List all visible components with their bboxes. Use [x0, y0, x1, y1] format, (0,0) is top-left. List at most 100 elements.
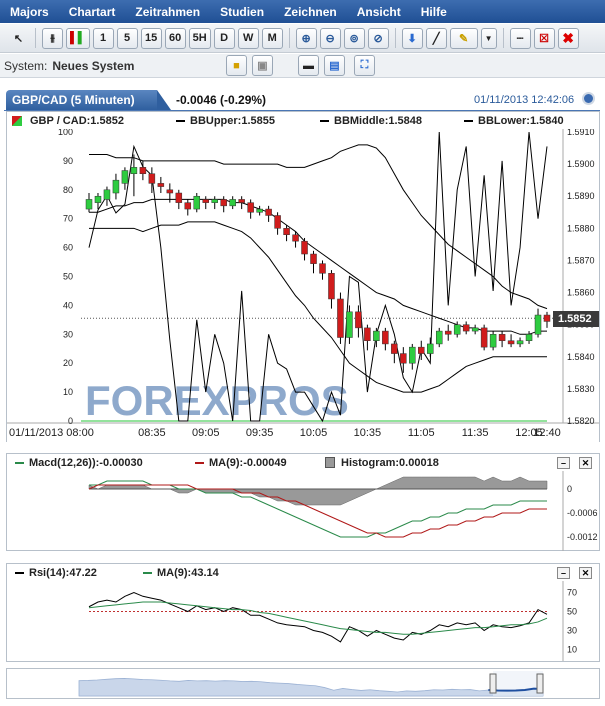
candle-body [418, 346, 425, 354]
x-tick-label: 11:05 [408, 427, 435, 439]
close-icon[interactable]: ✕ [579, 457, 592, 469]
legend-swatch [195, 461, 204, 464]
legend-bb-middle: BBMiddle:1.5848 [334, 114, 423, 127]
timeframe-w-button[interactable]: W [237, 27, 259, 49]
candle-body [409, 346, 416, 364]
candle-body [435, 330, 443, 345]
folder-icon[interactable]: ■ [226, 55, 247, 76]
candle-body [202, 199, 209, 203]
menu-majors[interactable]: Majors [0, 5, 59, 19]
candle-chart-icon[interactable]: ▌ ▌ [66, 27, 90, 49]
candle-body [130, 167, 138, 174]
save-icon[interactable]: ▣ [252, 55, 273, 76]
rsi-chart[interactable]: 70 50 30 10 [7, 581, 599, 661]
fullscreen-icon[interactable]: ⛶ [354, 55, 375, 76]
y-left-tick-label: 80 [63, 185, 73, 195]
menu-studien[interactable]: Studien [210, 5, 274, 19]
watermark: FOREXPROS [85, 377, 349, 424]
candle-body [310, 253, 317, 264]
navigator-chart[interactable] [7, 669, 599, 698]
y-tick-label: 1.5900 [567, 159, 595, 169]
rsi-line [88, 591, 548, 643]
y-tick-label: 10 [567, 645, 577, 655]
toolbar-divider [288, 28, 290, 48]
rsi-ma-line [88, 601, 548, 635]
y-tick-label: -0.0006 [567, 508, 598, 518]
navigator[interactable] [6, 668, 600, 699]
timeframe-m-button[interactable]: M [261, 27, 283, 49]
candle-body [480, 327, 488, 348]
candle-body [265, 208, 272, 216]
pencil-icon[interactable]: ✎ [449, 27, 478, 49]
menu-hilfe[interactable]: Hilfe [411, 5, 457, 19]
crosshair-icon[interactable]: ┄ [509, 27, 531, 49]
timeframe-5-button[interactable]: 5 [116, 27, 138, 49]
arrow-down-icon[interactable]: ⬇ [401, 27, 423, 49]
delete-selected-icon[interactable]: ☒ [533, 27, 555, 49]
legend-symbol: GBP / CAD:1.5852 [30, 114, 124, 127]
system-label: System: [4, 58, 48, 73]
macd-chart[interactable]: 0 -0.0006 -0.0012 [7, 471, 599, 551]
y-tick-label: 1.5890 [567, 191, 595, 201]
symbol-tab[interactable]: GBP/CAD (5 Minuten) [6, 90, 171, 110]
system-value: Neues System [52, 58, 135, 73]
price-chart[interactable]: 1.5910 1.5900 1.5890 1.5880 1.5870 1.5860 1.58… [7, 129, 599, 442]
y-tick-label: 50 [567, 607, 577, 617]
minimize-icon[interactable]: – [557, 567, 570, 579]
print-icon[interactable]: ▬ [298, 55, 319, 76]
zoom-fit-icon[interactable]: ⊚ [343, 27, 365, 49]
candle-body [103, 189, 111, 200]
candle-body [193, 195, 201, 210]
zoom-in-icon[interactable]: ⊕ [295, 27, 317, 49]
y-tick-label: 1.5910 [567, 129, 595, 137]
candle-body [85, 199, 93, 210]
trendline-icon[interactable]: ╱ [425, 27, 447, 49]
candle-body [94, 195, 102, 203]
toolbar-divider [35, 28, 36, 48]
x-tick-label: 10:35 [354, 427, 382, 439]
timeframe-d-button[interactable]: D [213, 27, 235, 49]
candle-body [328, 273, 335, 300]
candle-body [498, 334, 506, 341]
candle-body [184, 202, 192, 210]
candle-body [391, 343, 398, 354]
timeframe-5h-button[interactable]: 5H [188, 27, 211, 49]
y-left-tick-label: 100 [58, 129, 73, 137]
candle-body [148, 173, 156, 184]
image-icon[interactable]: ▤ [324, 55, 345, 76]
y-tick-label: 1.5880 [567, 223, 595, 233]
navigator-area [78, 678, 544, 697]
y-tick-label: 1.5820 [567, 416, 595, 426]
minimize-icon[interactable]: – [557, 457, 570, 469]
legend-swatch [143, 571, 152, 574]
close-icon[interactable]: ✖ [557, 27, 579, 49]
y-left-tick-label: 40 [63, 300, 73, 310]
x-tick-label: 08:35 [138, 427, 166, 439]
menu-zeitrahmen[interactable]: Zeitrahmen [125, 5, 210, 19]
close-icon[interactable]: ✕ [579, 567, 592, 579]
symbol-color-icon [12, 115, 22, 126]
bar-chart-icon[interactable]: ⫵ [42, 27, 63, 49]
timeframe-60-button[interactable]: 60 [164, 27, 186, 49]
legend-histogram: Histogram:0.00018 [341, 456, 439, 469]
menu-chartart[interactable]: Chartart [59, 5, 126, 19]
legend-rsi-ma: MA(9):43.14 [157, 566, 219, 579]
y-tick-label: 1.5870 [567, 255, 595, 265]
zoom-out-icon[interactable]: ⊖ [319, 27, 341, 49]
last-price-tag: 1.5852 [553, 311, 599, 327]
menu-zeichnen[interactable]: Zeichnen [274, 5, 347, 19]
candle-body [400, 353, 407, 364]
y-tick-label: 70 [567, 588, 577, 598]
x-tick-label: 11:35 [462, 427, 489, 439]
clock-icon [582, 92, 595, 105]
timeframe-1-button[interactable]: 1 [92, 27, 114, 49]
timeframe-15-button[interactable]: 15 [140, 27, 162, 49]
pointer-icon[interactable]: ↖ [8, 28, 29, 49]
toolbar: ↖ ⫵ ▌ ▌ 1 5 15 60 5H D W M ⊕ ⊖ ⊚ ⊘ ⬇ ╱ ✎ … [0, 24, 605, 53]
chart-header: GBP/CAD (5 Minuten) -0.0046 (-0.29%) 01/… [4, 90, 600, 110]
x-tick-label: 09:05 [192, 427, 220, 439]
chevron-down-icon[interactable]: ▼ [480, 27, 497, 49]
menu-ansicht[interactable]: Ansicht [347, 5, 411, 19]
zoom-reset-icon[interactable]: ⊘ [367, 27, 389, 49]
y-left-tick-label: 90 [63, 156, 73, 166]
